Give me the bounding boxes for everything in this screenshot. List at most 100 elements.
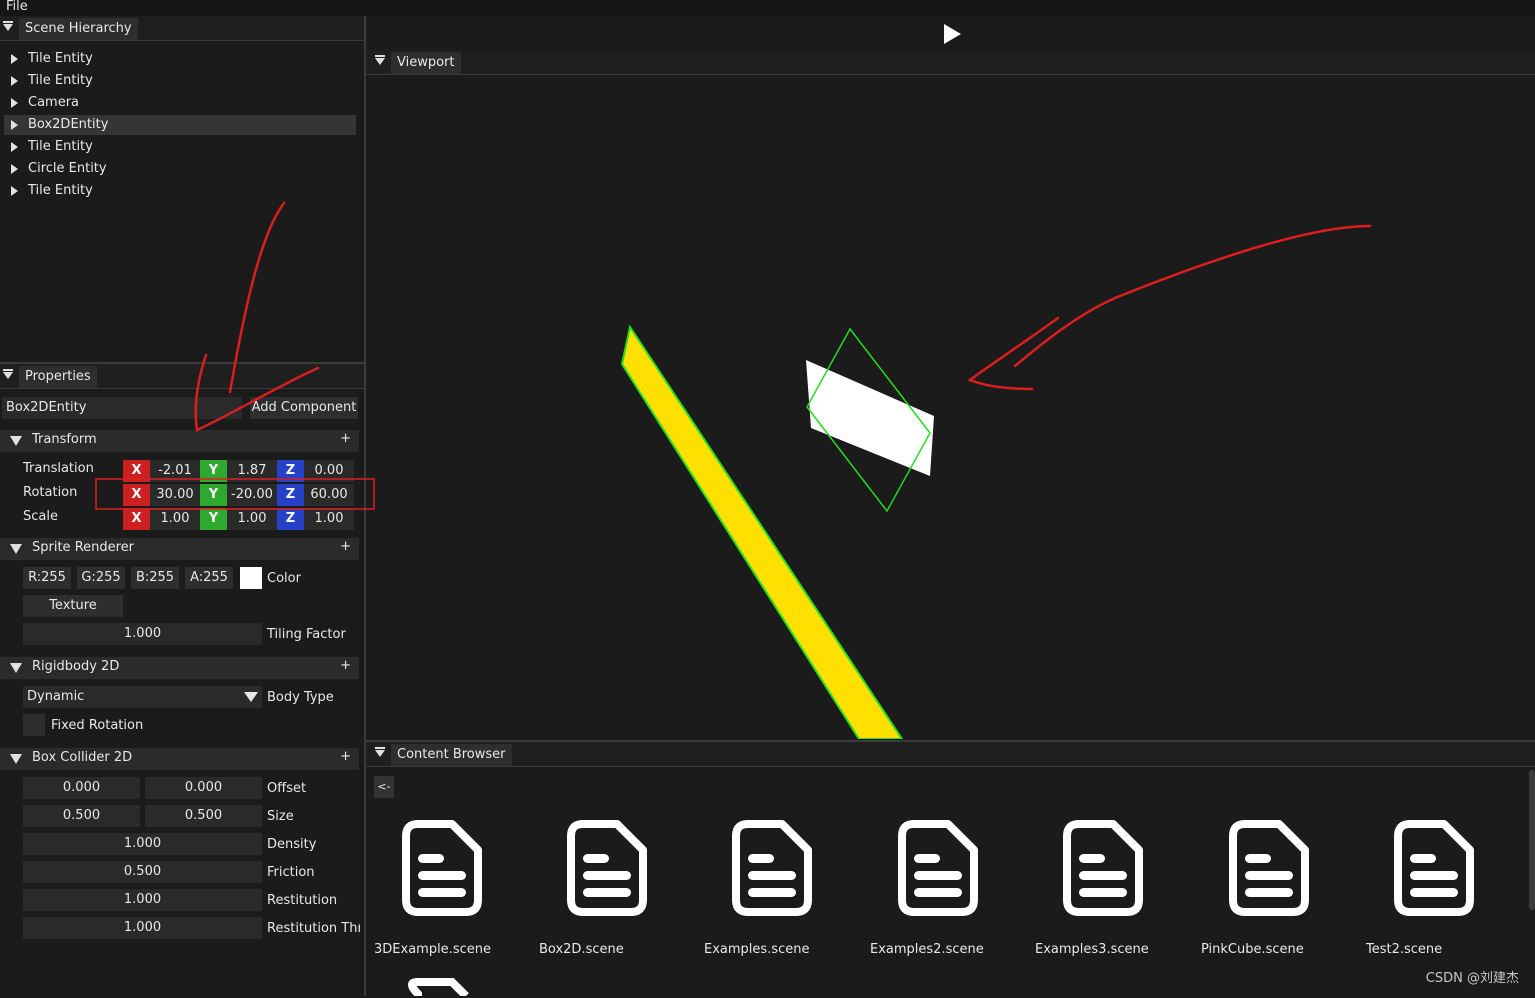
expand-arrow-icon[interactable] bbox=[11, 54, 18, 64]
restitution-threshold-field[interactable]: 1.000 bbox=[23, 917, 262, 939]
expand-arrow-icon[interactable] bbox=[11, 164, 18, 174]
rotation-z-axis[interactable]: Z bbox=[277, 484, 304, 506]
expand-arrow-icon[interactable] bbox=[11, 98, 18, 108]
file-item[interactable]: Examples2.scene bbox=[870, 820, 1010, 970]
collapse-icon[interactable] bbox=[375, 747, 385, 757]
expand-arrow-icon[interactable] bbox=[11, 76, 18, 86]
file-icon bbox=[732, 820, 812, 916]
file-item[interactable]: Box2D.scene bbox=[539, 820, 679, 970]
hierarchy-item-selected[interactable]: Box2DEntity bbox=[4, 115, 356, 135]
menu-file[interactable]: File bbox=[6, 0, 28, 14]
file-icon bbox=[402, 820, 482, 916]
box-collider-header[interactable]: Box Collider 2D + bbox=[0, 748, 359, 770]
file-name: Examples3.scene bbox=[1035, 942, 1149, 957]
offset-x-field[interactable]: 0.000 bbox=[23, 777, 140, 799]
file-item[interactable]: Test2.scene bbox=[1366, 820, 1506, 970]
sprite-renderer-header[interactable]: Sprite Renderer + bbox=[0, 538, 359, 560]
size-y-field[interactable]: 0.500 bbox=[145, 805, 262, 827]
component-settings-button[interactable]: + bbox=[340, 431, 351, 446]
texture-button[interactable]: Texture bbox=[23, 595, 123, 617]
rotation-z-field[interactable]: 60.00 bbox=[304, 484, 354, 506]
translation-z-field[interactable]: 0.00 bbox=[304, 460, 354, 482]
restitution-threshold-label: Restitution Thre bbox=[267, 921, 360, 936]
viewport-canvas[interactable] bbox=[366, 50, 1535, 739]
component-settings-button[interactable]: + bbox=[340, 749, 351, 764]
play-icon[interactable] bbox=[944, 24, 961, 44]
rotation-x-field[interactable]: 30.00 bbox=[150, 484, 200, 506]
component-settings-button[interactable]: + bbox=[340, 658, 351, 673]
content-scrollbar[interactable] bbox=[1529, 770, 1535, 910]
fixed-rotation-checkbox[interactable] bbox=[23, 714, 45, 736]
tab-scene-hierarchy[interactable]: Scene Hierarchy bbox=[19, 18, 138, 40]
rotation-y-axis[interactable]: Y bbox=[200, 484, 227, 506]
scale-x-axis[interactable]: X bbox=[123, 508, 150, 530]
file-item[interactable]: PinkCube.scene bbox=[1201, 820, 1341, 970]
expand-arrow-icon[interactable] bbox=[11, 120, 18, 130]
hierarchy-item[interactable]: Tile Entity bbox=[4, 137, 356, 157]
scale-x-field[interactable]: 1.00 bbox=[150, 508, 200, 530]
viewport-panel: Viewport bbox=[366, 50, 1535, 739]
hierarchy-item[interactable]: Tile Entity bbox=[4, 71, 356, 91]
translation-z-axis[interactable]: Z bbox=[277, 460, 304, 482]
expand-arrow-icon[interactable] bbox=[11, 186, 18, 196]
color-g-field[interactable]: G:255 bbox=[77, 567, 125, 589]
hierarchy-item[interactable]: Camera bbox=[4, 93, 356, 113]
density-label: Density bbox=[267, 837, 317, 852]
collapse-arrow-icon bbox=[10, 663, 22, 673]
offset-y-field[interactable]: 0.000 bbox=[145, 777, 262, 799]
add-component-button[interactable]: Add Component bbox=[250, 397, 358, 419]
translation-y-axis[interactable]: Y bbox=[200, 460, 227, 482]
file-icon bbox=[1229, 820, 1309, 916]
content-browser-panel: Content Browser <- 3DExample.scene Box2D… bbox=[366, 740, 1535, 998]
rigidbody-header[interactable]: Rigidbody 2D + bbox=[0, 657, 359, 679]
file-name: Examples.scene bbox=[704, 942, 810, 957]
tiling-factor-field[interactable]: 1.000 bbox=[23, 623, 262, 645]
rotation-y-field[interactable]: -20.00 bbox=[227, 484, 277, 506]
file-item[interactable]: 3DExample.scene bbox=[374, 820, 514, 970]
body-type-select[interactable]: Dynamic bbox=[23, 686, 262, 708]
hierarchy-item[interactable]: Tile Entity bbox=[4, 181, 356, 201]
tab-content-browser[interactable]: Content Browser bbox=[391, 744, 512, 766]
fixed-rotation-label: Fixed Rotation bbox=[51, 718, 144, 733]
color-r-field[interactable]: R:255 bbox=[23, 567, 71, 589]
transform-header[interactable]: Transform + bbox=[0, 430, 359, 452]
collapse-icon[interactable] bbox=[3, 369, 13, 379]
hierarchy-item[interactable]: Tile Entity bbox=[4, 49, 356, 69]
file-icon bbox=[408, 978, 469, 996]
collapse-icon[interactable] bbox=[3, 21, 13, 31]
restitution-field[interactable]: 1.000 bbox=[23, 889, 262, 911]
density-field[interactable]: 1.000 bbox=[23, 833, 262, 855]
color-a-field[interactable]: A:255 bbox=[185, 567, 233, 589]
hierarchy-item[interactable]: Circle Entity bbox=[4, 159, 356, 179]
file-item[interactable]: Examples.scene bbox=[704, 820, 844, 970]
file-item[interactable]: Examples3.scene bbox=[1035, 820, 1175, 970]
file-name: PinkCube.scene bbox=[1201, 942, 1304, 957]
scale-z-axis[interactable]: Z bbox=[277, 508, 304, 530]
scale-z-field[interactable]: 1.00 bbox=[304, 508, 354, 530]
translation-x-field[interactable]: -2.01 bbox=[150, 460, 200, 482]
offset-label: Offset bbox=[267, 781, 307, 796]
properties-tabbar: Properties bbox=[0, 364, 364, 389]
scale-y-axis[interactable]: Y bbox=[200, 508, 227, 530]
translation-y-field[interactable]: 1.87 bbox=[227, 460, 277, 482]
friction-field[interactable]: 0.500 bbox=[23, 861, 262, 883]
entity-name-input[interactable]: Box2DEntity bbox=[2, 397, 242, 419]
tiling-factor-label: Tiling Factor bbox=[267, 627, 346, 642]
scale-y-field[interactable]: 1.00 bbox=[227, 508, 277, 530]
rotation-x-axis[interactable]: X bbox=[123, 484, 150, 506]
component-settings-button[interactable]: + bbox=[340, 539, 351, 554]
content-browser-tabbar: Content Browser bbox=[366, 742, 1535, 767]
restitution-label: Restitution bbox=[267, 893, 338, 908]
collapse-arrow-icon bbox=[10, 754, 22, 764]
color-swatch[interactable] bbox=[240, 567, 262, 589]
collapse-arrow-icon bbox=[10, 436, 22, 446]
expand-arrow-icon[interactable] bbox=[11, 142, 18, 152]
size-x-field[interactable]: 0.500 bbox=[23, 805, 140, 827]
file-icon bbox=[1063, 820, 1143, 916]
back-button[interactable]: <- bbox=[374, 776, 394, 798]
chevron-down-icon bbox=[244, 692, 258, 702]
translation-x-axis[interactable]: X bbox=[123, 460, 150, 482]
color-b-field[interactable]: B:255 bbox=[131, 567, 179, 589]
tab-properties[interactable]: Properties bbox=[19, 366, 97, 388]
file-name: Box2D.scene bbox=[539, 942, 624, 957]
